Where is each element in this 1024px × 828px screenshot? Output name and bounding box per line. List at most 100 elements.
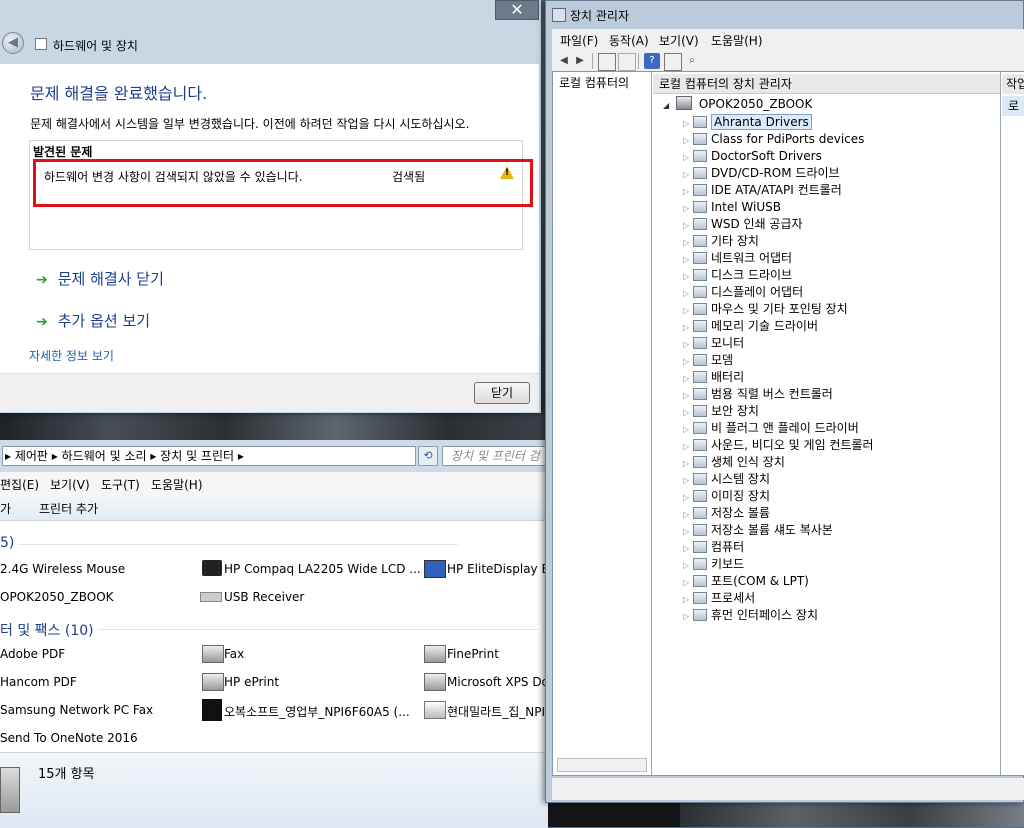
device-category-node[interactable]: ▷ 네트워크 어댑터 [683, 250, 792, 267]
expand-icon[interactable]: ▷ [683, 353, 693, 370]
refresh-button[interactable]: ⟲ [418, 446, 438, 466]
device-category-node[interactable]: ▷ DoctorSoft Drivers [683, 148, 822, 165]
device-category-node[interactable]: ▷ 시스템 장치 [683, 471, 770, 488]
device-item[interactable]: USB Receiver [224, 590, 304, 604]
close-icon[interactable]: ✕ [495, 0, 539, 20]
device-item[interactable]: HP Compaq LA2205 Wide LCD ... [224, 562, 421, 576]
expand-icon[interactable]: ▷ [683, 115, 693, 132]
menu-edit[interactable]: 편집(E) [0, 476, 39, 493]
device-category-node[interactable]: ▷ Intel WiUSB [683, 199, 781, 216]
device-category-node[interactable]: ▷ IDE ATA/ATAPI 컨트롤러 [683, 182, 842, 199]
expand-icon[interactable]: ▷ [683, 540, 693, 557]
expand-icon[interactable]: ▷ [683, 506, 693, 523]
expand-icon[interactable]: ▷ [683, 608, 693, 625]
menu-view[interactable]: 보기(V) [50, 476, 90, 493]
expand-icon[interactable]: ▷ [683, 336, 693, 353]
computer-root-node[interactable]: ◢ OPOK2050_ZBOOK [663, 96, 812, 111]
menu-file[interactable]: 파일(F) [560, 32, 598, 49]
console-tree-root[interactable]: 로컬 컴퓨터의 [553, 74, 651, 92]
back-icon[interactable]: ◀ [556, 53, 572, 69]
expand-icon[interactable]: ▷ [683, 574, 693, 591]
expand-icon[interactable]: ▷ [683, 404, 693, 421]
device-category-node[interactable]: ▷ 생체 인식 장치 [683, 454, 785, 471]
device-category-node[interactable]: ▷ 기타 장치 [683, 233, 759, 250]
device-category-node[interactable]: ▷ 포트(COM & LPT) [683, 573, 809, 590]
expand-icon[interactable]: ▷ [683, 489, 693, 506]
more-options-link[interactable]: ➔ 추가 옵션 보기 [36, 310, 150, 331]
toolbar-add-device[interactable]: 가 [0, 500, 11, 517]
expand-icon[interactable]: ▷ [683, 591, 693, 608]
device-item[interactable]: 2.4G Wireless Mouse [0, 562, 125, 576]
device-category-node[interactable]: ▷ 이미징 장치 [683, 488, 770, 505]
close-button[interactable]: 닫기 [474, 382, 530, 404]
problem-row[interactable]: 하드웨어 변경 사항이 검색되지 않았을 수 있습니다. 검색됨 ! [33, 159, 533, 207]
device-category-node[interactable]: ▷ DVD/CD-ROM 드라이브 [683, 165, 840, 182]
toolbar-add-printer[interactable]: 프린터 추가 [39, 500, 98, 517]
device-category-node[interactable]: ▷ 비 플러그 앤 플레이 드라이버 [683, 420, 859, 437]
printer-item[interactable]: HP ePrint [224, 675, 279, 689]
scan-hardware-icon[interactable]: ⌕ [684, 53, 700, 69]
expand-icon[interactable]: ▷ [683, 217, 693, 234]
expand-icon[interactable]: ▷ [683, 302, 693, 319]
horizontal-scrollbar[interactable] [557, 758, 647, 772]
printer-item[interactable]: Hancom PDF [0, 675, 77, 689]
printer-item[interactable]: FinePrint [447, 647, 499, 661]
device-category-node[interactable]: ▷ 디스크 드라이브 [683, 267, 792, 284]
device-item[interactable]: HP EliteDisplay E2 [447, 562, 557, 576]
device-category-node[interactable]: ▷ 키보드 [683, 556, 744, 573]
device-category-node[interactable]: ▷ 컴퓨터 [683, 539, 744, 556]
search-input[interactable]: 장치 및 프린터 검 [442, 446, 548, 466]
device-item[interactable]: OPOK2050_ZBOOK [0, 590, 114, 604]
printer-item[interactable]: Send To OneNote 2016 [0, 731, 138, 745]
menu-action[interactable]: 동작(A) [609, 32, 649, 49]
expand-icon[interactable]: ▷ [683, 200, 693, 217]
device-category-node[interactable]: ▷ WSD 인쇄 공급자 [683, 216, 803, 233]
printer-item[interactable]: 오복소프트_영업부_NPI6F60A5 (... [224, 703, 410, 720]
expand-icon[interactable]: ▷ [683, 251, 693, 268]
device-category-node[interactable]: ▷ 프로세서 [683, 590, 755, 607]
device-category-node[interactable]: ▷ 디스플레이 어댑터 [683, 284, 803, 301]
menu-view[interactable]: 보기(V) [659, 32, 699, 49]
expand-icon[interactable]: ▷ [683, 132, 693, 149]
expand-icon[interactable]: ▷ [683, 557, 693, 574]
help-icon[interactable]: ? [644, 53, 660, 69]
device-category-node[interactable]: ▷ Class for PdiPorts devices [683, 131, 864, 148]
expand-icon[interactable]: ▷ [683, 455, 693, 472]
detail-info-link[interactable]: 자세한 정보 보기 [29, 347, 114, 364]
device-category-node[interactable]: ▷ 마우스 및 기타 포인팅 장치 [683, 301, 848, 318]
collapse-icon[interactable]: ◢ [663, 101, 669, 110]
printer-item[interactable]: Microsoft XPS Doc [447, 675, 556, 689]
device-category-node[interactable]: ▷ 메모리 기술 드라이버 [683, 318, 818, 335]
device-category-node[interactable]: ▷ 모니터 [683, 335, 744, 352]
device-category-node[interactable]: ▷ 모뎀 [683, 352, 733, 369]
printer-item[interactable]: Samsung Network PC Fax [0, 703, 153, 717]
expand-icon[interactable]: ▷ [683, 234, 693, 251]
expand-icon[interactable]: ▷ [683, 370, 693, 387]
expand-icon[interactable]: ▷ [683, 421, 693, 438]
expand-icon[interactable]: ▷ [683, 183, 693, 200]
device-category-node[interactable]: ▷ 범용 직렬 버스 컨트롤러 [683, 386, 833, 403]
device-category-node[interactable]: ▷ 배터리 [683, 369, 744, 386]
printer-item[interactable]: Adobe PDF [0, 647, 65, 661]
device-category-node[interactable]: ▷ 저장소 볼륨 섀도 복사본 [683, 522, 833, 539]
menu-help[interactable]: 도움말(H) [711, 32, 763, 49]
expand-icon[interactable]: ▷ [683, 472, 693, 489]
expand-icon[interactable]: ▷ [683, 166, 693, 183]
device-category-node[interactable]: ▷ Ahranta Drivers [683, 114, 812, 131]
menu-tools[interactable]: 도구(T) [101, 476, 140, 493]
expand-icon[interactable]: ▷ [683, 523, 693, 540]
address-bar[interactable]: ▸ 제어판 ▸ 하드웨어 및 소리 ▸ 장치 및 프린터 ▸ [2, 446, 416, 466]
menu-help[interactable]: 도움말(H) [151, 476, 203, 493]
device-category-node[interactable]: ▷ 저장소 볼륨 [683, 505, 770, 522]
properties-icon[interactable] [618, 53, 636, 71]
expand-icon[interactable]: ▷ [683, 285, 693, 302]
actions-item[interactable]: 로 [1002, 96, 1024, 116]
expand-icon[interactable]: ▷ [683, 268, 693, 285]
expand-icon[interactable]: ▷ [683, 149, 693, 166]
printer-item[interactable]: Fax [224, 647, 244, 661]
group-devices[interactable]: 5) [0, 535, 471, 551]
expand-icon[interactable]: ▷ [683, 319, 693, 336]
device-category-node[interactable]: ▷ 보안 장치 [683, 403, 759, 420]
forward-icon[interactable]: ▶ [572, 53, 588, 69]
expand-icon[interactable]: ▷ [683, 438, 693, 455]
